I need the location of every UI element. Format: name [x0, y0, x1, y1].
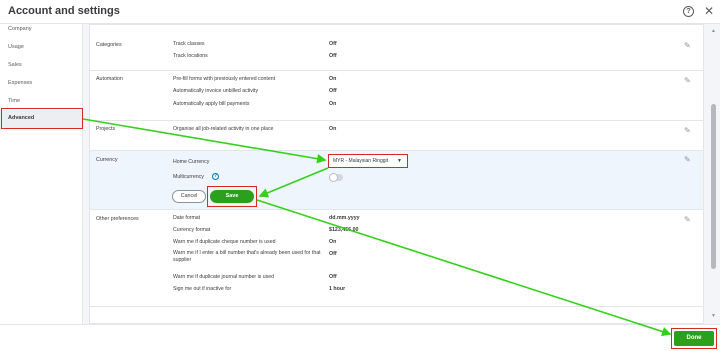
- edit-currency-pencil-icon[interactable]: ✎: [684, 155, 694, 165]
- section-automation: Automation Pre-fill forms with previousl…: [90, 71, 703, 121]
- save-button[interactable]: Save: [210, 190, 254, 203]
- section-label: Other preferences: [96, 216, 139, 222]
- section-label: Categories: [96, 42, 122, 48]
- scrollbar[interactable]: ▲ ▼: [708, 24, 720, 324]
- row-value: On: [329, 239, 337, 245]
- row-label: Automatically invoice unbilled activity: [173, 88, 259, 94]
- row-label: Automatically apply bill payments: [173, 101, 250, 107]
- row-label: Track classes: [173, 41, 205, 47]
- row-value: $123,456.00: [329, 227, 359, 233]
- row-value: Off: [329, 251, 337, 257]
- home-currency-select[interactable]: MYR - Malaysian Ringgit ▼: [328, 154, 408, 168]
- section-categories: Categories Track classes Off Track locat…: [90, 33, 703, 71]
- row-label: Organise all job-related activity in one…: [173, 126, 274, 132]
- row-label: Warn me if I enter a bill number that's …: [173, 250, 321, 263]
- sidebar-item-company[interactable]: Company: [8, 26, 32, 32]
- row-value: dd.mm.yyyy: [329, 215, 360, 221]
- row-label: Warn me if duplicate journal number is u…: [173, 274, 275, 280]
- done-button[interactable]: Done: [674, 331, 714, 346]
- section-other-preferences: Other preferences Date format dd.mm.yyyy…: [90, 210, 703, 307]
- edit-other-preferences-pencil-icon[interactable]: ✎: [684, 215, 694, 225]
- row-label: Track locations: [173, 53, 208, 59]
- edit-categories-pencil-icon[interactable]: ✎: [684, 41, 694, 51]
- scroll-up-icon[interactable]: ▲: [711, 28, 716, 34]
- multicurrency-label: Multicurrency: [173, 174, 204, 180]
- row-value: 1 hour: [329, 286, 346, 292]
- row-value: Off: [329, 274, 337, 280]
- sidebar-item-time[interactable]: Time: [8, 98, 20, 104]
- help-icon[interactable]: ?: [683, 6, 694, 17]
- scroll-down-icon[interactable]: ▼: [711, 313, 716, 319]
- row-label: Date format: [173, 215, 201, 221]
- chevron-down-icon: ▼: [397, 158, 402, 164]
- sidebar: Company Usage Sales Expenses Time Advanc…: [0, 24, 83, 324]
- close-icon[interactable]: ✕: [704, 4, 714, 18]
- section-label: Currency: [96, 157, 118, 163]
- home-currency-value: MYR - Malaysian Ringgit: [333, 158, 389, 164]
- section-projects: Projects Organise all job-related activi…: [90, 121, 703, 151]
- toggle-knob: [329, 173, 338, 182]
- footer: [0, 324, 720, 351]
- row-label: Pre-fill forms with previously entered c…: [173, 76, 276, 82]
- home-currency-label: Home Currency: [173, 159, 210, 165]
- row-value: Off: [329, 41, 337, 47]
- row-value: Off: [329, 53, 337, 59]
- edit-automation-pencil-icon[interactable]: ✎: [684, 76, 694, 86]
- advanced-highlight-box: [1, 108, 83, 129]
- sidebar-item-expenses[interactable]: Expenses: [8, 80, 32, 86]
- row-value: On: [329, 126, 337, 132]
- title-bar: Account and settings ? ✕: [0, 0, 720, 24]
- cancel-button[interactable]: Cancel: [172, 190, 206, 203]
- row-value: Off: [329, 88, 337, 94]
- row-value: On: [329, 76, 337, 82]
- row-label: Currency format: [173, 227, 211, 233]
- sidebar-item-sales[interactable]: Sales: [8, 62, 22, 68]
- scroll-thumb[interactable]: [711, 104, 716, 269]
- edit-projects-pencil-icon[interactable]: ✎: [684, 126, 694, 136]
- settings-panel: Categories Track classes Off Track locat…: [89, 24, 704, 324]
- section-label: Automation: [96, 76, 123, 82]
- section-label: Projects: [96, 126, 116, 132]
- row-label: Sign me out if inactive for: [173, 286, 232, 292]
- page-title: Account and settings: [8, 5, 120, 17]
- sidebar-item-usage[interactable]: Usage: [8, 44, 24, 50]
- multicurrency-toggle[interactable]: [329, 173, 343, 182]
- info-icon[interactable]: ?: [212, 173, 219, 180]
- row-label: Warn me if duplicate cheque number is us…: [173, 239, 276, 245]
- row-value: On: [329, 101, 337, 107]
